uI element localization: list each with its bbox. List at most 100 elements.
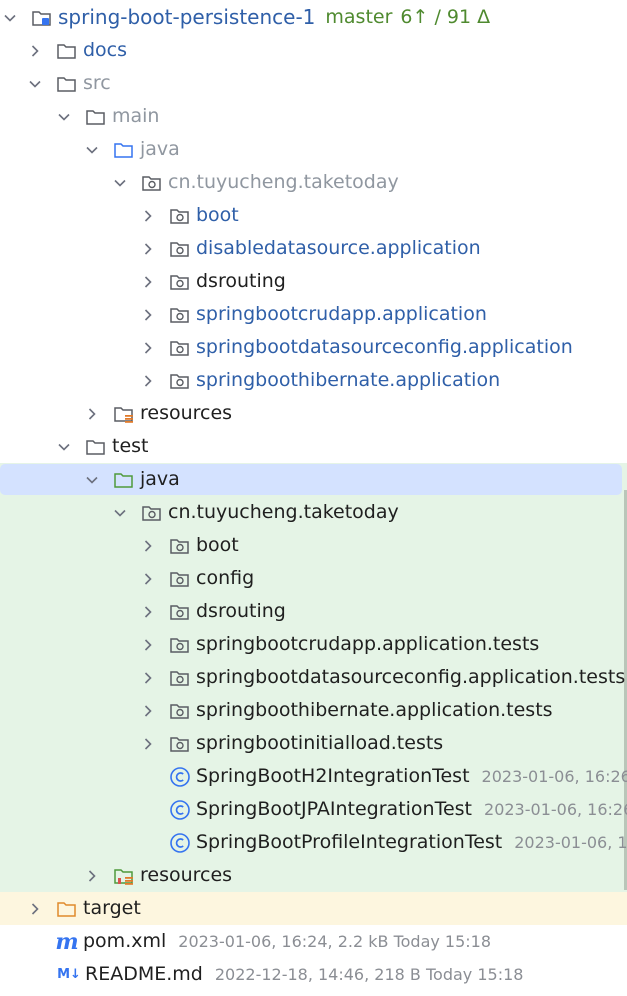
- tree-item-label: springboothibernate.application.tests: [196, 699, 553, 721]
- git-branch: master: [325, 6, 393, 28]
- package-icon: [168, 237, 192, 261]
- tree-item-label: src: [83, 72, 111, 94]
- tree-item-label: docs: [83, 39, 128, 61]
- tree-item-label: target: [83, 897, 141, 919]
- file-meta: 2023-01-06, 16:26,: [481, 767, 627, 786]
- tree-item-label: springbootcrudapp.application.tests: [196, 633, 540, 655]
- package-icon: [168, 567, 192, 591]
- tree-item-label: springbootcrudapp.application: [196, 303, 487, 325]
- chevron-down-icon[interactable]: [25, 74, 45, 94]
- git-status: 6↑ / 91 Δ: [400, 6, 491, 28]
- tree-item-label: SpringBootJPAIntegrationTest: [196, 798, 473, 820]
- markdown-icon: M↓: [57, 967, 81, 982]
- package-icon: [168, 270, 192, 294]
- module-folder-icon: [30, 6, 54, 30]
- chevron-right-icon[interactable]: [138, 206, 158, 226]
- tree-item-label: SpringBootH2IntegrationTest: [196, 765, 470, 787]
- tree-item-label: dsrouting: [196, 600, 286, 622]
- chevron-right-icon[interactable]: [138, 338, 158, 358]
- resources-folder-icon: [112, 402, 136, 426]
- tree-item-main-package[interactable]: cn.tuyucheng.taketoday: [0, 166, 399, 199]
- tree-item-main-java[interactable]: java: [0, 133, 180, 166]
- tree-item-docs[interactable]: docs: [0, 34, 127, 67]
- folder-icon: [55, 39, 79, 63]
- package-icon: [168, 699, 192, 723]
- tree-item-target[interactable]: target: [0, 892, 141, 925]
- chevron-down-icon[interactable]: [82, 470, 102, 490]
- tree-item-label: cn.tuyucheng.taketoday: [168, 171, 399, 193]
- tree-item-package[interactable]: springbootinitialload.tests: [0, 727, 443, 760]
- tree-item-main-resources[interactable]: resources: [0, 397, 232, 430]
- chevron-down-icon[interactable]: [54, 107, 74, 127]
- tree-item-label: springbootdatasourceconfig.application: [196, 336, 573, 358]
- chevron-right-icon[interactable]: [138, 635, 158, 655]
- file-meta: 2023-01-06, 16: [514, 833, 627, 852]
- tree-item-package[interactable]: springbootcrudapp.application.tests: [0, 628, 539, 661]
- tree-item-package[interactable]: dsrouting: [0, 265, 286, 298]
- tree-item-label: pom.xml: [83, 930, 167, 952]
- chevron-right-icon[interactable]: [138, 602, 158, 622]
- tree-item-label: resources: [140, 864, 233, 886]
- tree-item-package[interactable]: dsrouting: [0, 595, 286, 628]
- chevron-down-icon[interactable]: [54, 437, 74, 457]
- tree-item-main[interactable]: main: [0, 100, 159, 133]
- tree-item-label: dsrouting: [196, 270, 286, 292]
- class-icon: [168, 765, 192, 789]
- tree-item-test-resources[interactable]: resources: [0, 859, 232, 892]
- tree-item-package[interactable]: springbootdatasourceconfig.application.t…: [0, 661, 625, 694]
- tree-item-package[interactable]: springbootdatasourceconfig.application: [0, 331, 573, 364]
- tree-item-pom[interactable]: m pom.xml 2023-01-06, 16:24, 2.2 kB Toda…: [0, 925, 491, 958]
- maven-icon: m: [55, 928, 79, 955]
- tree-item-label: springbootinitialload.tests: [196, 732, 444, 754]
- chevron-right-icon[interactable]: [138, 734, 158, 754]
- file-meta: 2022-12-18, 14:46, 218 B Today 15:18: [214, 965, 524, 984]
- tree-item-test-java[interactable]: java: [0, 463, 180, 496]
- tree-item-test[interactable]: test: [0, 430, 149, 463]
- file-meta: 2023-01-06, 16:26: [484, 800, 627, 819]
- tree-item-label: cn.tuyucheng.taketoday: [168, 501, 399, 523]
- tree-item-class[interactable]: SpringBootH2IntegrationTest 2023-01-06, …: [0, 760, 627, 793]
- project-root-row[interactable]: spring-boot-persistence-1 master 6↑ / 91…: [0, 1, 490, 34]
- tree-item-package[interactable]: boot: [0, 529, 239, 562]
- chevron-right-icon[interactable]: [138, 272, 158, 292]
- chevron-down-icon[interactable]: [110, 173, 130, 193]
- chevron-right-icon[interactable]: [82, 404, 102, 424]
- chevron-down-icon[interactable]: [0, 8, 20, 28]
- class-icon: [168, 798, 192, 822]
- chevron-right-icon[interactable]: [138, 536, 158, 556]
- tree-item-label: README.md: [85, 963, 203, 985]
- tree-item-src[interactable]: src: [0, 67, 111, 100]
- class-icon: [168, 831, 192, 855]
- chevron-right-icon[interactable]: [138, 569, 158, 589]
- chevron-right-icon[interactable]: [25, 899, 45, 919]
- tree-item-package[interactable]: springboothibernate.application: [0, 364, 500, 397]
- tree-item-class[interactable]: SpringBootJPAIntegrationTest 2023-01-06,…: [0, 793, 627, 826]
- chevron-right-icon[interactable]: [138, 668, 158, 688]
- tree-item-package[interactable]: springbootcrudapp.application: [0, 298, 487, 331]
- tree-item-readme[interactable]: M↓ README.md 2022-12-18, 14:46, 218 B To…: [0, 958, 523, 991]
- package-icon: [168, 600, 192, 624]
- tree-item-label: test: [112, 435, 149, 457]
- chevron-down-icon[interactable]: [110, 503, 130, 523]
- tree-item-test-package[interactable]: cn.tuyucheng.taketoday: [0, 496, 399, 529]
- chevron-right-icon[interactable]: [25, 41, 45, 61]
- chevron-right-icon[interactable]: [138, 701, 158, 721]
- chevron-right-icon[interactable]: [82, 866, 102, 886]
- tree-item-package[interactable]: boot: [0, 199, 239, 232]
- tree-item-package[interactable]: config: [0, 562, 254, 595]
- tree-item-label: java: [140, 468, 180, 490]
- chevron-right-icon[interactable]: [138, 305, 158, 325]
- tree-item-label: springbootdatasourceconfig.application.t…: [196, 666, 626, 688]
- chevron-down-icon[interactable]: [82, 140, 102, 160]
- tree-item-package[interactable]: disabledatasource.application: [0, 232, 481, 265]
- folder-icon: [84, 435, 108, 459]
- chevron-right-icon[interactable]: [138, 239, 158, 259]
- tree-item-class[interactable]: SpringBootProfileIntegrationTest 2023-01…: [0, 826, 627, 859]
- tree-item-package[interactable]: springboothibernate.application.tests: [0, 694, 553, 727]
- tree-item-label: boot: [196, 204, 239, 226]
- source-root-folder-icon: [112, 138, 136, 162]
- chevron-right-icon[interactable]: [138, 371, 158, 391]
- package-icon: [168, 204, 192, 228]
- folder-icon: [84, 105, 108, 129]
- tree-item-label: springboothibernate.application: [196, 369, 501, 391]
